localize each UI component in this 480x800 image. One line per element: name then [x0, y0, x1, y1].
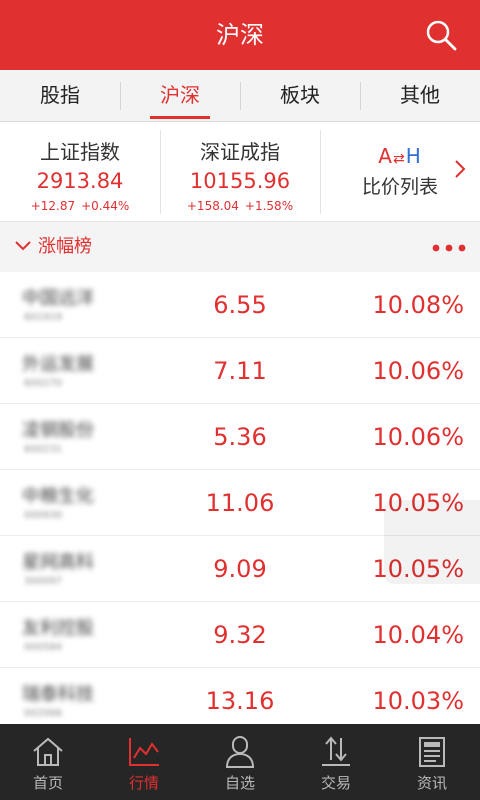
chevron-right-icon	[455, 160, 466, 178]
stock-code: 000930	[24, 510, 63, 521]
table-row[interactable]: 友利控股 000584 9.32 10.04%	[0, 602, 480, 668]
stock-price: 6.55	[213, 291, 267, 319]
tab-index[interactable]: 股指	[0, 70, 120, 121]
search-icon[interactable]	[424, 18, 458, 52]
nav-news[interactable]: 资讯	[384, 724, 480, 800]
index-value: 10155.96	[189, 169, 291, 193]
chevron-down-icon	[15, 241, 31, 251]
tab-shanghai-shenzhen[interactable]: 沪深	[120, 70, 240, 121]
index-name: 深证成指	[200, 140, 280, 164]
stock-code: 000584	[24, 642, 63, 653]
market-tabs: 股指 沪深 板块 其他	[0, 70, 480, 122]
nav-label: 首页	[32, 774, 63, 792]
index-cards: 上证指数 2913.84 +12.87 +0.44% 深证成指 10155.96 …	[0, 122, 480, 222]
index-card-shenzhen[interactable]: 深证成指 10155.96 +158.04 +1.58%	[160, 122, 320, 221]
table-row[interactable]: 凌钢股份 600231 5.36 10.06%	[0, 404, 480, 470]
active-tab-indicator	[150, 116, 210, 119]
table-row[interactable]: 外运发展 600270 7.11 10.06%	[0, 338, 480, 404]
stock-name: 凌钢股份	[22, 420, 94, 441]
stock-name: 星网高科	[22, 552, 94, 573]
news-icon	[419, 737, 445, 767]
nav-home[interactable]: 首页	[0, 724, 96, 800]
nav-market[interactable]: 行情	[96, 724, 192, 800]
stock-name: 外运发展	[22, 354, 94, 375]
stock-name: 中粮生化	[22, 486, 94, 507]
nav-label: 自选	[224, 774, 255, 792]
stock-price: 9.09	[213, 555, 267, 583]
section-title: 涨幅榜	[38, 236, 92, 257]
ah-comparison-link[interactable]: A⇄H 比价列表	[320, 122, 480, 221]
stock-code: 300097	[24, 576, 63, 587]
chart-icon	[129, 738, 159, 766]
stock-code: 601919	[24, 312, 63, 323]
nav-label: 资讯	[416, 774, 447, 792]
stock-price: 7.11	[213, 357, 267, 385]
nav-label: 行情	[128, 774, 159, 792]
stock-code: 600231	[24, 444, 63, 455]
index-name: 上证指数	[40, 140, 120, 164]
tab-sectors[interactable]: 板块	[240, 70, 360, 121]
index-value: 2913.84	[36, 169, 124, 193]
home-icon	[33, 737, 63, 766]
stock-code: 002066	[24, 708, 63, 719]
stock-name: 瑞泰科技	[22, 684, 94, 705]
scroll-handle[interactable]	[384, 500, 480, 584]
tab-others[interactable]: 其他	[360, 70, 480, 121]
stock-change-pct: 10.04%	[372, 621, 464, 649]
table-row[interactable]: 中国远洋 601919 6.55 10.08%	[0, 272, 480, 338]
stock-price: 11.06	[205, 489, 275, 517]
user-icon	[225, 736, 255, 768]
stock-price: 9.32	[213, 621, 267, 649]
stock-change-pct: 10.06%	[372, 423, 464, 451]
stock-name: 中国远洋	[22, 288, 94, 309]
trade-icon	[322, 736, 350, 766]
nav-label: 交易	[320, 774, 351, 792]
stock-name: 友利控股	[22, 618, 94, 639]
stock-code: 600270	[24, 378, 63, 389]
stock-change-pct: 10.08%	[372, 291, 464, 319]
index-change: +158.04 +1.58%	[186, 199, 294, 213]
stock-change-pct: 10.06%	[372, 357, 464, 385]
bottom-navigation: 首页 行情 自选 交易 资讯	[0, 724, 480, 800]
page-title: 沪深	[216, 21, 264, 49]
stock-price: 5.36	[213, 423, 267, 451]
more-icon[interactable]	[432, 244, 466, 252]
nav-watchlist[interactable]: 自选	[192, 724, 288, 800]
index-card-shanghai[interactable]: 上证指数 2913.84 +12.87 +0.44%	[0, 122, 160, 221]
index-change: +12.87 +0.44%	[30, 199, 130, 213]
gainers-section-header[interactable]: 涨幅榜	[0, 222, 480, 272]
nav-trade[interactable]: 交易	[288, 724, 384, 800]
top-bar: 沪深	[0, 0, 480, 70]
